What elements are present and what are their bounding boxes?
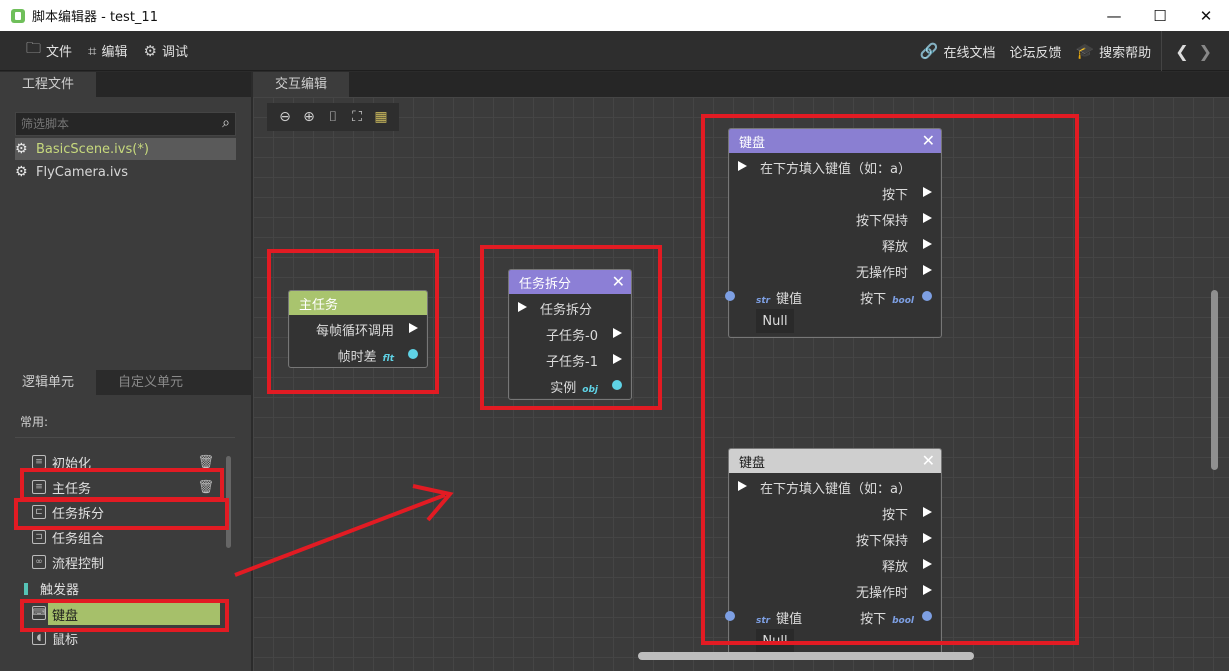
unit-flow-control[interactable]: ∞ 流程控制	[32, 551, 222, 573]
menu-debug[interactable]: ⚙ 调试	[143, 41, 188, 61]
tab-logic-units[interactable]: 逻辑单元	[0, 370, 97, 395]
maximize-button[interactable]: ☐	[1137, 0, 1183, 31]
app-icon	[11, 8, 25, 23]
folder-icon: 🗀	[26, 39, 42, 57]
tab-project-files[interactable]: 工程文件	[0, 72, 97, 97]
horizontal-scrollbar[interactable]	[638, 652, 974, 660]
doc-icon: ≡	[32, 455, 46, 469]
mouse-icon: ◖	[32, 631, 46, 645]
menu-help[interactable]: 🎓 搜索帮助	[1075, 42, 1151, 61]
zoom-out-icon[interactable]: ⊖	[273, 109, 297, 125]
minimize-button[interactable]: —	[1091, 0, 1137, 31]
annotation-box	[20, 468, 224, 501]
tab-custom-units[interactable]: 自定义单元	[96, 370, 205, 395]
category-marker	[24, 582, 28, 595]
file-item[interactable]: ⚙ FlyCamera.ivs	[15, 161, 236, 183]
node-canvas[interactable]: ⊖ ⊕ ⌷ ⛶ ▦ 主任务 每帧循环调用 帧时差 flt 任务拆分 ✕ 任务拆分…	[253, 97, 1229, 671]
annotation-box	[701, 114, 1079, 645]
menu-online-docs[interactable]: 🔗 在线文档	[920, 42, 996, 61]
menu-edit[interactable]: ⌗ 编辑	[88, 41, 127, 61]
menu-file[interactable]: 🗀 文件	[26, 38, 72, 63]
gear-icon: ⚙	[15, 164, 28, 180]
gear-icon: ⚙	[15, 141, 28, 157]
crop-icon: ⌗	[88, 41, 97, 60]
left-panel: 工程文件 ⌕ ⚙ BasicScene.ivs(*) ⚙ FlyCamera.i…	[0, 72, 251, 671]
interaction-editor: 交互编辑 ⊖ ⊕ ⌷ ⛶ ▦ 主任务 每帧循环调用 帧时差 flt 任务拆分 ✕…	[253, 72, 1229, 671]
forward-icon[interactable]: ❯	[1199, 42, 1212, 61]
link-icon: 🔗	[919, 42, 939, 60]
vertical-scrollbar[interactable]	[1211, 290, 1218, 470]
script-search: ⌕	[15, 112, 236, 136]
search-icon[interactable]: ⌕	[222, 115, 230, 131]
common-label: 常用:	[20, 415, 49, 429]
grid-icon[interactable]: ▦	[369, 109, 393, 125]
logic-units-panel: 逻辑单元 自定义单元 常用: ≡ 初始化 🗑 ≡ 主任务 🗑 ⊏ 任务拆分 ⊐ …	[0, 370, 251, 671]
annotation-box	[20, 599, 229, 632]
graduation-cap-icon: 🎓	[1075, 42, 1095, 60]
close-button[interactable]: ✕	[1183, 0, 1229, 31]
combine-icon: ⊐	[32, 530, 46, 544]
flow-icon: ∞	[32, 555, 46, 569]
actual-size-icon[interactable]: ⌷	[321, 109, 345, 125]
menu-bar: 🗀 文件 ⌗ 编辑 ⚙ 调试 🔗 在线文档 论坛反馈 🎓 搜索帮助 ❮ ❯	[0, 31, 1229, 71]
search-input[interactable]	[16, 117, 206, 131]
menu-forum[interactable]: 论坛反馈	[1009, 42, 1061, 61]
back-icon[interactable]: ❮	[1175, 42, 1188, 61]
title-bar: 脚本编辑器 - test_11 — ☐ ✕	[0, 0, 1229, 31]
window-title: 脚本编辑器 - test_11	[32, 10, 158, 25]
project-files-panel: ⌕ ⚙ BasicScene.ivs(*) ⚙ FlyCamera.ivs	[0, 97, 251, 370]
zoom-in-icon[interactable]: ⊕	[297, 109, 321, 125]
tab-interaction-edit[interactable]: 交互编辑	[253, 72, 350, 97]
file-item[interactable]: ⚙ BasicScene.ivs(*)	[15, 138, 236, 160]
annotation-box	[14, 498, 229, 530]
debug-icon: ⚙	[143, 41, 157, 60]
annotation-box	[480, 245, 662, 410]
divider	[15, 437, 235, 438]
category-trigger[interactable]: 触发器	[24, 579, 79, 598]
canvas-toolbar: ⊖ ⊕ ⌷ ⛶ ▦	[267, 103, 399, 131]
fit-view-icon[interactable]: ⛶	[345, 109, 369, 125]
annotation-box	[267, 249, 439, 394]
